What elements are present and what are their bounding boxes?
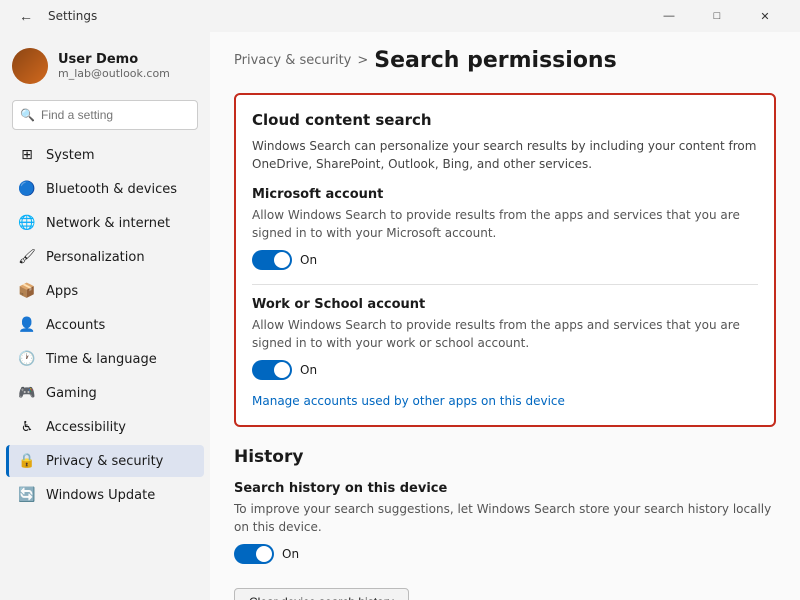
maximize-button[interactable]: □ (694, 0, 740, 32)
cloud-content-search-desc: Windows Search can personalize your sear… (252, 137, 758, 173)
sidebar-item-label: Accessibility (46, 420, 126, 435)
sidebar-item-apps[interactable]: 📦 Apps (6, 275, 204, 307)
work-school-account-desc: Allow Windows Search to provide results … (252, 316, 758, 352)
accessibility-icon: ♿ (18, 418, 36, 436)
cloud-content-search-title: Cloud content search (252, 111, 758, 129)
sidebar-item-label: Personalization (46, 250, 145, 265)
sidebar-item-privacy[interactable]: 🔒 Privacy & security (6, 445, 204, 477)
window-controls: — □ ✕ (646, 0, 788, 32)
title-bar-left: ← Settings (12, 2, 97, 30)
sidebar: User Demo m_lab@outlook.com 🔍 ⊞ System 🔵… (0, 32, 210, 600)
sidebar-item-update[interactable]: 🔄 Windows Update (6, 479, 204, 511)
app-window: User Demo m_lab@outlook.com 🔍 ⊞ System 🔵… (0, 32, 800, 600)
history-title: History (234, 447, 776, 467)
microsoft-account-toggle-row: On (252, 250, 758, 270)
microsoft-account-toggle[interactable] (252, 250, 292, 270)
sidebar-item-label: Time & language (46, 352, 157, 367)
search-icon: 🔍 (20, 108, 35, 122)
system-icon: ⊞ (18, 146, 36, 164)
search-history-device-title: Search history on this device (234, 481, 776, 496)
sidebar-item-label: Gaming (46, 386, 97, 401)
window-title: Settings (48, 9, 97, 23)
user-info: User Demo m_lab@outlook.com (58, 52, 170, 80)
sidebar-item-label: Bluetooth & devices (46, 182, 177, 197)
search-box: 🔍 (12, 100, 198, 130)
clear-history-button[interactable]: Clear device search history (234, 588, 409, 600)
search-history-toggle[interactable] (234, 544, 274, 564)
breadcrumb: Privacy & security > Search permissions (234, 48, 776, 73)
update-icon: 🔄 (18, 486, 36, 504)
sidebar-item-label: System (46, 148, 94, 163)
gaming-icon: 🎮 (18, 384, 36, 402)
sidebar-item-gaming[interactable]: 🎮 Gaming (6, 377, 204, 409)
avatar-image (12, 48, 48, 84)
sidebar-item-label: Apps (46, 284, 78, 299)
back-button[interactable]: ← (12, 2, 40, 30)
manage-accounts-link[interactable]: Manage accounts used by other apps on th… (252, 394, 565, 408)
microsoft-account-desc: Allow Windows Search to provide results … (252, 206, 758, 242)
work-school-toggle-row: On (252, 360, 758, 380)
bluetooth-icon: 🔵 (18, 180, 36, 198)
sidebar-item-system[interactable]: ⊞ System (6, 139, 204, 171)
personalization-icon: 🖌 (18, 248, 36, 266)
search-history-toggle-row: On (234, 544, 776, 564)
history-section: History Search history on this device To… (234, 447, 776, 600)
user-profile[interactable]: User Demo m_lab@outlook.com (0, 40, 210, 100)
search-input[interactable] (12, 100, 198, 130)
toggle-thumb (274, 252, 290, 268)
avatar (12, 48, 48, 84)
divider (252, 284, 758, 285)
content-area: User Demo m_lab@outlook.com 🔍 ⊞ System 🔵… (0, 32, 800, 600)
breadcrumb-parent: Privacy & security (234, 53, 351, 68)
sidebar-item-personalization[interactable]: 🖌 Personalization (6, 241, 204, 273)
sidebar-item-label: Privacy & security (46, 454, 163, 469)
main-content: Privacy & security > Search permissions … (210, 32, 800, 600)
time-icon: 🕐 (18, 350, 36, 368)
sidebar-item-accounts[interactable]: 👤 Accounts (6, 309, 204, 341)
sidebar-item-bluetooth[interactable]: 🔵 Bluetooth & devices (6, 173, 204, 205)
work-school-toggle[interactable] (252, 360, 292, 380)
toggle-track (252, 250, 292, 270)
toggle-thumb (274, 362, 290, 378)
sidebar-item-label: Windows Update (46, 488, 155, 503)
toggle-track (234, 544, 274, 564)
user-name: User Demo (58, 52, 170, 67)
close-button[interactable]: ✕ (742, 0, 788, 32)
title-bar: ← Settings — □ ✕ (0, 0, 800, 32)
minimize-button[interactable]: — (646, 0, 692, 32)
microsoft-account-toggle-label: On (300, 253, 317, 267)
search-history-toggle-label: On (282, 547, 299, 561)
accounts-icon: 👤 (18, 316, 36, 334)
toggle-track (252, 360, 292, 380)
page-header: Privacy & security > Search permissions (234, 48, 776, 73)
work-school-account-title: Work or School account (252, 297, 758, 312)
privacy-icon: 🔒 (18, 452, 36, 470)
user-email: m_lab@outlook.com (58, 67, 170, 80)
page-title: Search permissions (374, 48, 616, 73)
cloud-content-search-section: Cloud content search Windows Search can … (234, 93, 776, 427)
apps-icon: 📦 (18, 282, 36, 300)
microsoft-account-title: Microsoft account (252, 187, 758, 202)
sidebar-item-accessibility[interactable]: ♿ Accessibility (6, 411, 204, 443)
sidebar-item-time[interactable]: 🕐 Time & language (6, 343, 204, 375)
search-history-device-row: Search history on this device To improve… (234, 481, 776, 600)
sidebar-item-network[interactable]: 🌐 Network & internet (6, 207, 204, 239)
breadcrumb-separator: > (357, 53, 368, 68)
network-icon: 🌐 (18, 214, 36, 232)
sidebar-item-label: Network & internet (46, 216, 170, 231)
sidebar-item-label: Accounts (46, 318, 105, 333)
work-school-toggle-label: On (300, 363, 317, 377)
toggle-thumb (256, 546, 272, 562)
search-history-device-desc: To improve your search suggestions, let … (234, 500, 776, 536)
